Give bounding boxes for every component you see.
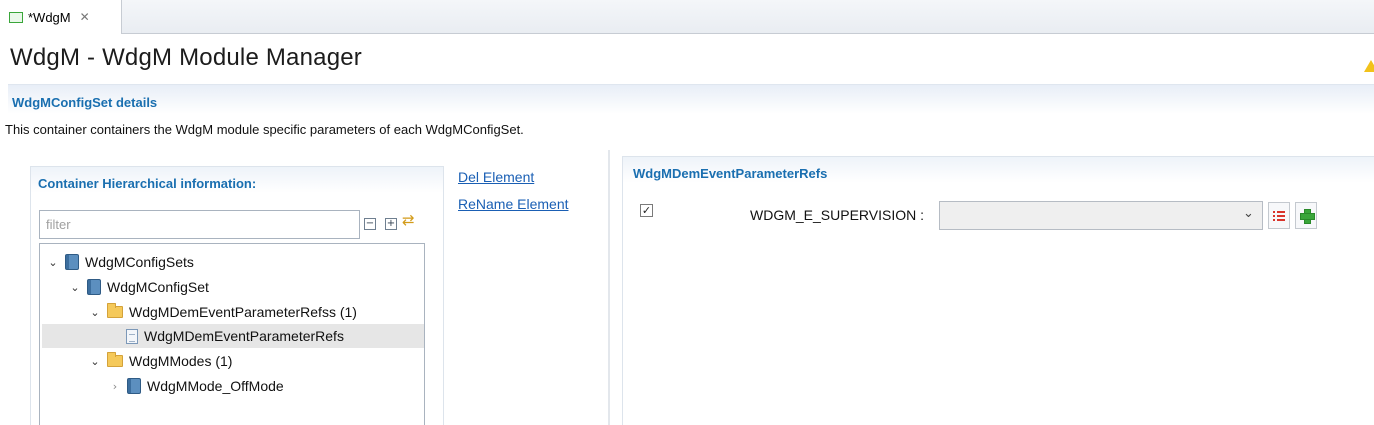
chevron-down-icon[interactable]: ⌄: [47, 256, 59, 269]
supervision-label: WDGM_E_SUPERVISION :: [750, 207, 925, 223]
editor-tab-wdgm[interactable]: *WdgM ✕: [0, 0, 122, 34]
tree-node-label: WdgMConfigSets: [85, 254, 194, 270]
page-title: WdgM - WdgM Module Manager: [10, 44, 362, 71]
folder-icon: [107, 303, 123, 318]
chevron-down-icon[interactable]: ⌄: [1243, 206, 1254, 221]
supervision-checkbox[interactable]: ✓: [640, 204, 653, 217]
section-description: This container containers the WdgM modul…: [5, 122, 524, 137]
config-book-icon: [87, 279, 101, 295]
tree-node-label: WdgMConfigSet: [107, 279, 209, 295]
parameter-refs-title: WdgMDemEventParameterRefs: [633, 166, 828, 181]
tree-node-label: WdgMDemEventParameterRefs: [144, 328, 344, 344]
chevron-right-icon[interactable]: ›: [109, 380, 121, 393]
rename-element-link[interactable]: ReName Element: [458, 196, 569, 212]
container-tree: ⌄ WdgMConfigSets ⌄ WdgMConfigSet ⌄ WdgMD…: [39, 243, 425, 425]
tree-node-label: WdgMDemEventParameterRefss (1): [129, 304, 357, 320]
config-book-icon: [65, 254, 79, 270]
filter-input[interactable]: [39, 210, 360, 239]
config-book-icon: [127, 378, 141, 394]
tree-node-label: WdgMModes (1): [129, 353, 233, 369]
tree-node-wdgmconfigset[interactable]: ⌄ WdgMConfigSet: [69, 275, 209, 299]
sync-icon[interactable]: ⇄: [402, 211, 424, 233]
section-title: WdgMConfigSet details: [12, 95, 158, 110]
list-references-button[interactable]: [1268, 202, 1290, 229]
parameter-refs-panel: [622, 156, 1374, 425]
chevron-down-icon[interactable]: ⌄: [89, 306, 101, 319]
section-header-band: [8, 84, 1374, 114]
tree-node-dem-event-parameter-refss[interactable]: ⌄ WdgMDemEventParameterRefss (1): [89, 300, 357, 324]
container-hierarchy-title: Container Hierarchical information:: [38, 176, 257, 191]
folder-icon: [107, 352, 123, 367]
del-element-link[interactable]: Del Element: [458, 169, 534, 185]
tree-node-wdgmmode-offmode[interactable]: › WdgMMode_OffMode: [109, 374, 284, 398]
plus-icon: [1299, 209, 1315, 224]
module-editor-icon: [9, 11, 23, 23]
tree-node-wdgmconfigsets[interactable]: ⌄ WdgMConfigSets: [47, 250, 194, 274]
close-icon[interactable]: ✕: [80, 10, 90, 24]
supervision-select[interactable]: [939, 201, 1263, 230]
warning-icon[interactable]: [1364, 60, 1374, 72]
tree-node-dem-event-parameter-refs[interactable]: WdgMDemEventParameterRefs: [42, 324, 424, 348]
pane-divider[interactable]: [608, 150, 610, 425]
editor-tab-bar: *WdgM ✕: [0, 0, 1374, 34]
tree-node-wdgmmodes[interactable]: ⌄ WdgMModes (1): [89, 349, 232, 373]
collapse-all-icon[interactable]: −: [364, 218, 376, 230]
add-reference-button[interactable]: [1295, 202, 1317, 229]
tree-node-label: WdgMMode_OffMode: [147, 378, 284, 394]
list-icon: [1273, 210, 1285, 221]
editor-tab-label: *WdgM: [28, 9, 71, 25]
expand-all-icon[interactable]: +: [385, 218, 397, 230]
chevron-down-icon[interactable]: ⌄: [69, 281, 81, 294]
chevron-down-icon[interactable]: ⌄: [89, 355, 101, 368]
document-icon: [126, 328, 138, 344]
